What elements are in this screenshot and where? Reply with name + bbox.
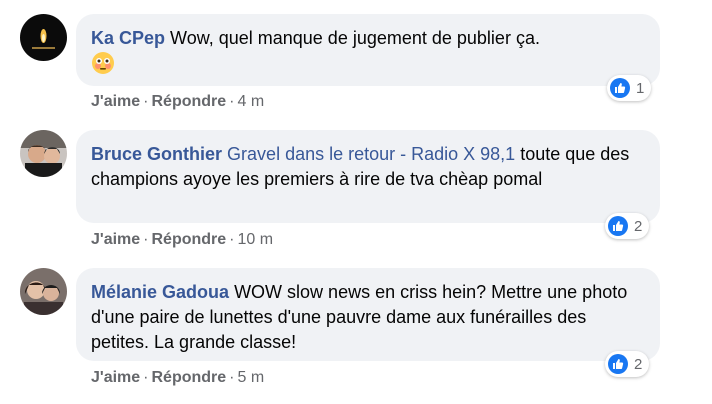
avatar[interactable] (20, 14, 67, 61)
comment-actions: J'aime · Répondre · 5 m (91, 368, 264, 388)
comment-bubble: Bruce Gonthier Gravel dans le retour - R… (76, 130, 660, 223)
timestamp[interactable]: 5 m (238, 369, 265, 386)
avatar[interactable] (20, 130, 67, 177)
separator-dot: · (229, 231, 235, 248)
comment-actions: J'aime · Répondre · 4 m (91, 92, 264, 112)
reply-link[interactable]: Répondre (152, 231, 227, 248)
flushed-face-icon (91, 51, 115, 75)
author-name[interactable]: Mélanie Gadoua (91, 282, 229, 302)
reaction-count: 2 (634, 355, 643, 373)
reaction-summary[interactable]: 2 (605, 351, 650, 377)
page-tag-link[interactable]: Gravel dans le retour - Radio X 98,1 (227, 144, 515, 164)
separator-dot: · (143, 231, 149, 248)
timestamp[interactable]: 4 m (238, 93, 265, 110)
comment-text: Wow, quel manque de jugement de publier … (170, 28, 540, 48)
avatar[interactable] (20, 268, 67, 315)
thumbs-up-icon (610, 78, 630, 98)
reply-link[interactable]: Répondre (152, 369, 227, 386)
reaction-summary[interactable]: 2 (605, 213, 650, 239)
reaction-count: 1 (636, 79, 645, 97)
comment-bubble: Ka CPep Wow, quel manque de jugement de … (76, 14, 660, 86)
author-name[interactable]: Ka CPep (91, 28, 165, 48)
separator-dot: · (143, 369, 149, 386)
reaction-summary[interactable]: 1 (607, 75, 652, 101)
author-name[interactable]: Bruce Gonthier (91, 144, 222, 164)
thumbs-up-icon (608, 216, 628, 236)
like-link[interactable]: J'aime (91, 231, 140, 248)
comment-actions: J'aime · Répondre · 10 m (91, 230, 273, 250)
thumbs-up-icon (608, 354, 628, 374)
reaction-count: 2 (634, 217, 643, 235)
separator-dot: · (229, 369, 235, 386)
comment-bubble: Mélanie Gadoua WOW slow news en criss he… (76, 268, 660, 361)
separator-dot: · (229, 93, 235, 110)
like-link[interactable]: J'aime (91, 93, 140, 110)
timestamp[interactable]: 10 m (238, 231, 274, 248)
reply-link[interactable]: Répondre (152, 93, 227, 110)
separator-dot: · (143, 93, 149, 110)
like-link[interactable]: J'aime (91, 369, 140, 386)
